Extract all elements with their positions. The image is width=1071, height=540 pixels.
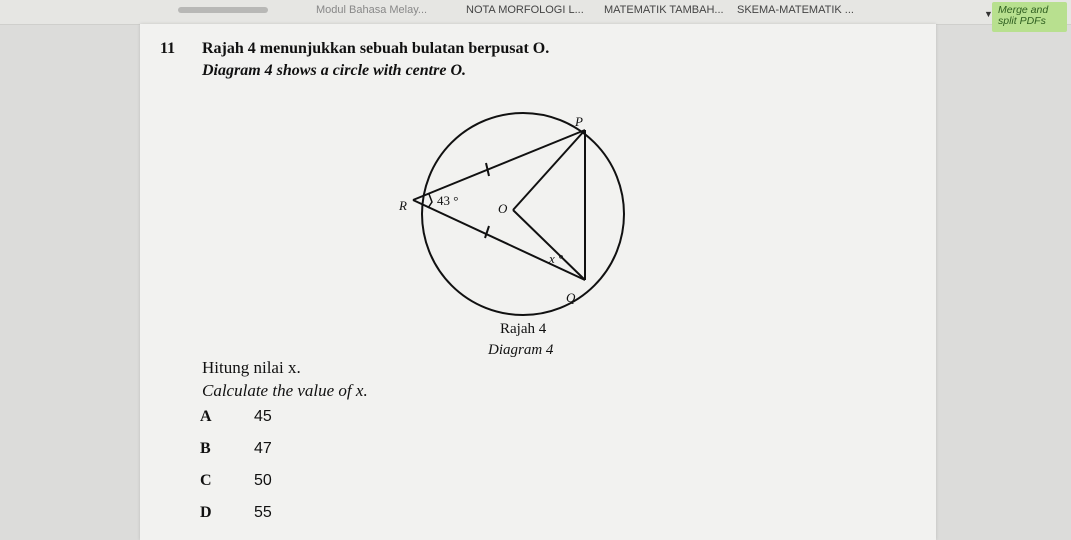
diagram-caption-malay: Rajah 4	[500, 321, 547, 337]
tab-modul-bahasa-melayu[interactable]: Modul Bahasa Melay...	[316, 4, 427, 16]
tab-skema-matematik[interactable]: SKEMA-MATEMATIK ...	[737, 4, 854, 16]
radius-OP	[512, 129, 586, 211]
label-O-centre: O	[498, 201, 508, 216]
circle	[421, 112, 625, 316]
option-letter: B	[200, 440, 211, 457]
option-value: 47	[254, 440, 272, 457]
angle-label-43: 43 °	[437, 193, 458, 208]
option-value: 50	[254, 472, 272, 489]
option-d[interactable]: D 55	[200, 504, 272, 522]
question-stem-english: Diagram 4 shows a circle with centre O.	[202, 62, 467, 79]
angle-arc-R	[427, 193, 433, 209]
diagram-caption-english: Diagram 4	[488, 342, 554, 358]
document-page: 11 Rajah 4 menunjukkan sebuah bulatan be…	[140, 24, 936, 540]
question-number: 11	[160, 40, 176, 57]
task-malay: Hitung nilai x.	[202, 358, 301, 377]
circle-diagram: P R O Q 43 ° x °	[398, 112, 625, 316]
merge-button-line2: split PDFs	[998, 15, 1046, 27]
task-english: Calculate the value of x.	[202, 381, 368, 400]
browser-tab-bar: Modul Bahasa Melay... NOTA MORFOLOGI L..…	[0, 0, 1071, 25]
option-letter: C	[200, 472, 212, 489]
merge-split-pdfs-button[interactable]: Merge and split PDFs	[992, 2, 1067, 32]
tick-mark-RQ	[484, 225, 490, 239]
option-value: 45	[254, 408, 272, 425]
blurred-tab	[178, 7, 268, 13]
chord-RP	[412, 129, 586, 201]
label-R: R	[398, 198, 407, 213]
option-value: 55	[254, 504, 272, 521]
option-b[interactable]: B 47	[200, 440, 272, 458]
option-a[interactable]: A 45	[200, 408, 272, 426]
label-Q: Q	[566, 290, 576, 305]
tab-matematik-tambahan[interactable]: MATEMATIK TAMBAH...	[604, 4, 724, 16]
question-stem-malay: Rajah 4 menunjukkan sebuah bulatan berpu…	[202, 40, 550, 57]
option-letter: A	[200, 408, 212, 425]
radius-OQ	[512, 209, 586, 281]
label-P: P	[574, 114, 583, 129]
option-letter: D	[200, 504, 212, 521]
option-c[interactable]: C 50	[200, 472, 272, 490]
angle-label-x: x °	[548, 251, 563, 266]
tab-nota-morfologi[interactable]: NOTA MORFOLOGI L...	[466, 4, 584, 16]
